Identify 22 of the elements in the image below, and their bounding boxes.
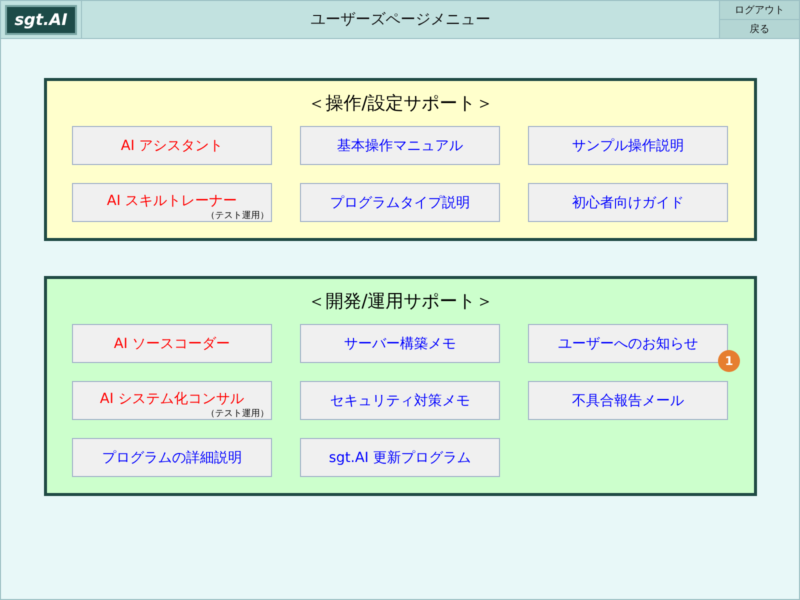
menu-button[interactable]: AI システム化コンサル （テスト運用） [72,381,272,420]
notification-badge: 1 [718,350,740,372]
section-title: ＜開発/運用サポート＞ [306,291,495,313]
menu-button[interactable]: サーバー構築メモ [300,324,500,363]
button-note: （テスト運用） [205,409,270,419]
logout-button[interactable]: ログアウト [720,1,799,19]
section-title: ＜操作/設定サポート＞ [306,93,495,115]
menu-button[interactable]: プログラムの詳細説明 [72,438,272,477]
menu-button[interactable]: 基本操作マニュアル [300,126,500,165]
menu-button[interactable]: AI アシスタント [72,126,272,165]
page-title: ユーザーズページメニュー [310,9,492,30]
back-button[interactable]: 戻る [720,19,799,38]
menu-button[interactable]: サンプル操作説明 [528,126,728,165]
logo: sgt.AI [5,4,77,34]
menu-button[interactable]: プログラムタイプ説明 [300,183,500,222]
menu-button[interactable]: 初心者向けガイド [528,183,728,222]
menu-button[interactable]: 不具合報告メール [528,381,728,420]
button-note: （テスト運用） [205,211,270,221]
menu-button[interactable]: AI ソースコーダー [72,324,272,363]
menu-button[interactable]: AI スキルトレーナー （テスト運用） [72,183,272,222]
menu-button[interactable]: セキュリティ対策メモ [300,381,500,420]
menu-button[interactable]: sgt.AI 更新プログラム [300,438,500,477]
